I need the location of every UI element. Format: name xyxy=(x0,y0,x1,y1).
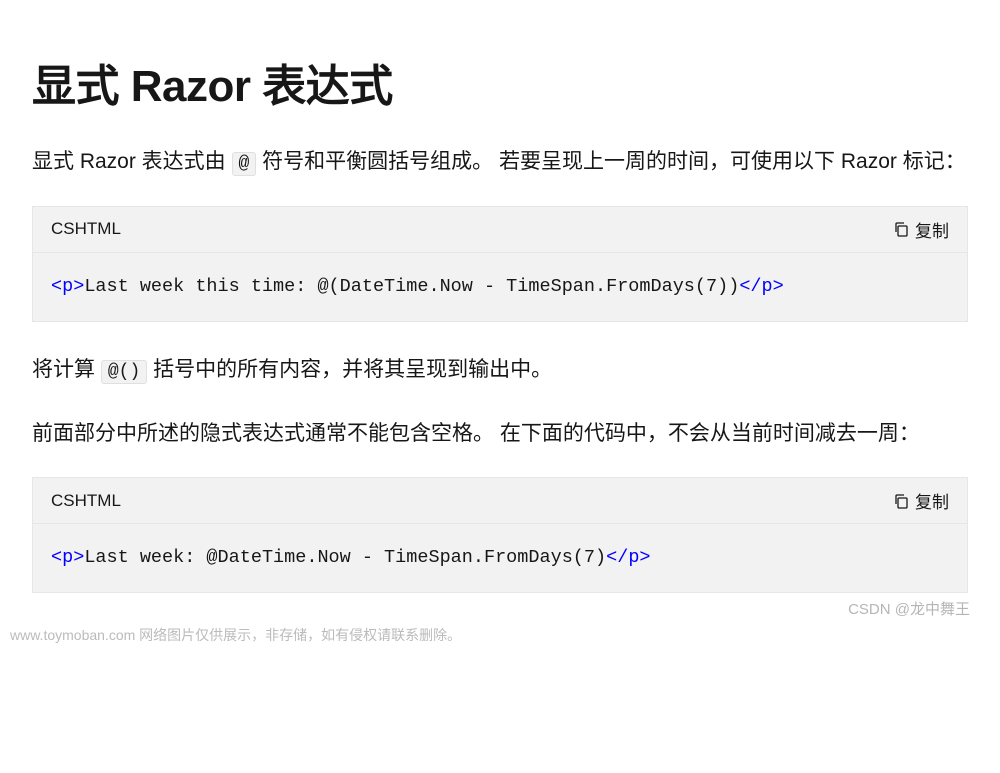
code-tag-open: <p> xyxy=(51,547,84,568)
paragraph-2: 将计算 @() 括号中的所有内容，并将其呈现到输出中。 xyxy=(32,350,968,390)
text-segment: 将计算 xyxy=(32,358,101,381)
code-tag-close: </p> xyxy=(606,547,650,568)
copy-icon xyxy=(893,493,909,509)
text-segment: 括号中的所有内容，并将其呈现到输出中。 xyxy=(147,358,552,381)
watermark-csdn: CSDN @龙中舞王 xyxy=(848,598,970,619)
intro-paragraph: 显式 Razor 表达式由 @ 符号和平衡圆括号组成。 若要呈现上一周的时间，可… xyxy=(32,142,968,182)
paragraph-3: 前面部分中所述的隐式表达式通常不能包含空格。 在下面的代码中，不会从当前时间减去… xyxy=(32,414,968,454)
code-tag-open: <p> xyxy=(51,276,84,297)
code-content: <p>Last week this time: @(DateTime.Now -… xyxy=(33,253,967,321)
copy-button[interactable]: 复制 xyxy=(893,488,949,513)
code-block-1: CSHTML 复制 <p>Last week this time: @(Date… xyxy=(32,206,968,322)
watermark-toymoban: www.toymoban.com 网络图片仅供展示，非存储，如有侵权请联系删除。 xyxy=(10,625,461,645)
code-block-2: CSHTML 复制 <p>Last week: @DateTime.Now - … xyxy=(32,477,968,593)
inline-code-at: @ xyxy=(232,152,257,176)
code-header: CSHTML 复制 xyxy=(33,478,967,524)
code-tag-close: </p> xyxy=(739,276,783,297)
copy-button-label: 复制 xyxy=(915,488,949,513)
code-language-label: CSHTML xyxy=(51,491,121,511)
code-language-label: CSHTML xyxy=(51,219,121,239)
code-content: <p>Last week: @DateTime.Now - TimeSpan.F… xyxy=(33,524,967,592)
code-text: Last week: @DateTime.Now - TimeSpan.From… xyxy=(84,547,606,568)
code-header: CSHTML 复制 xyxy=(33,207,967,253)
text-segment: 显式 Razor 表达式由 xyxy=(32,150,232,173)
copy-button[interactable]: 复制 xyxy=(893,217,949,242)
inline-code-at-parens: @() xyxy=(101,360,147,384)
copy-icon xyxy=(893,221,909,237)
code-text: Last week this time: @(DateTime.Now - Ti… xyxy=(84,276,739,297)
copy-button-label: 复制 xyxy=(915,217,949,242)
text-segment: 符号和平衡圆括号组成。 若要呈现上一周的时间，可使用以下 Razor 标记： xyxy=(256,150,965,173)
section-heading: 显式 Razor 表达式 xyxy=(32,50,968,114)
